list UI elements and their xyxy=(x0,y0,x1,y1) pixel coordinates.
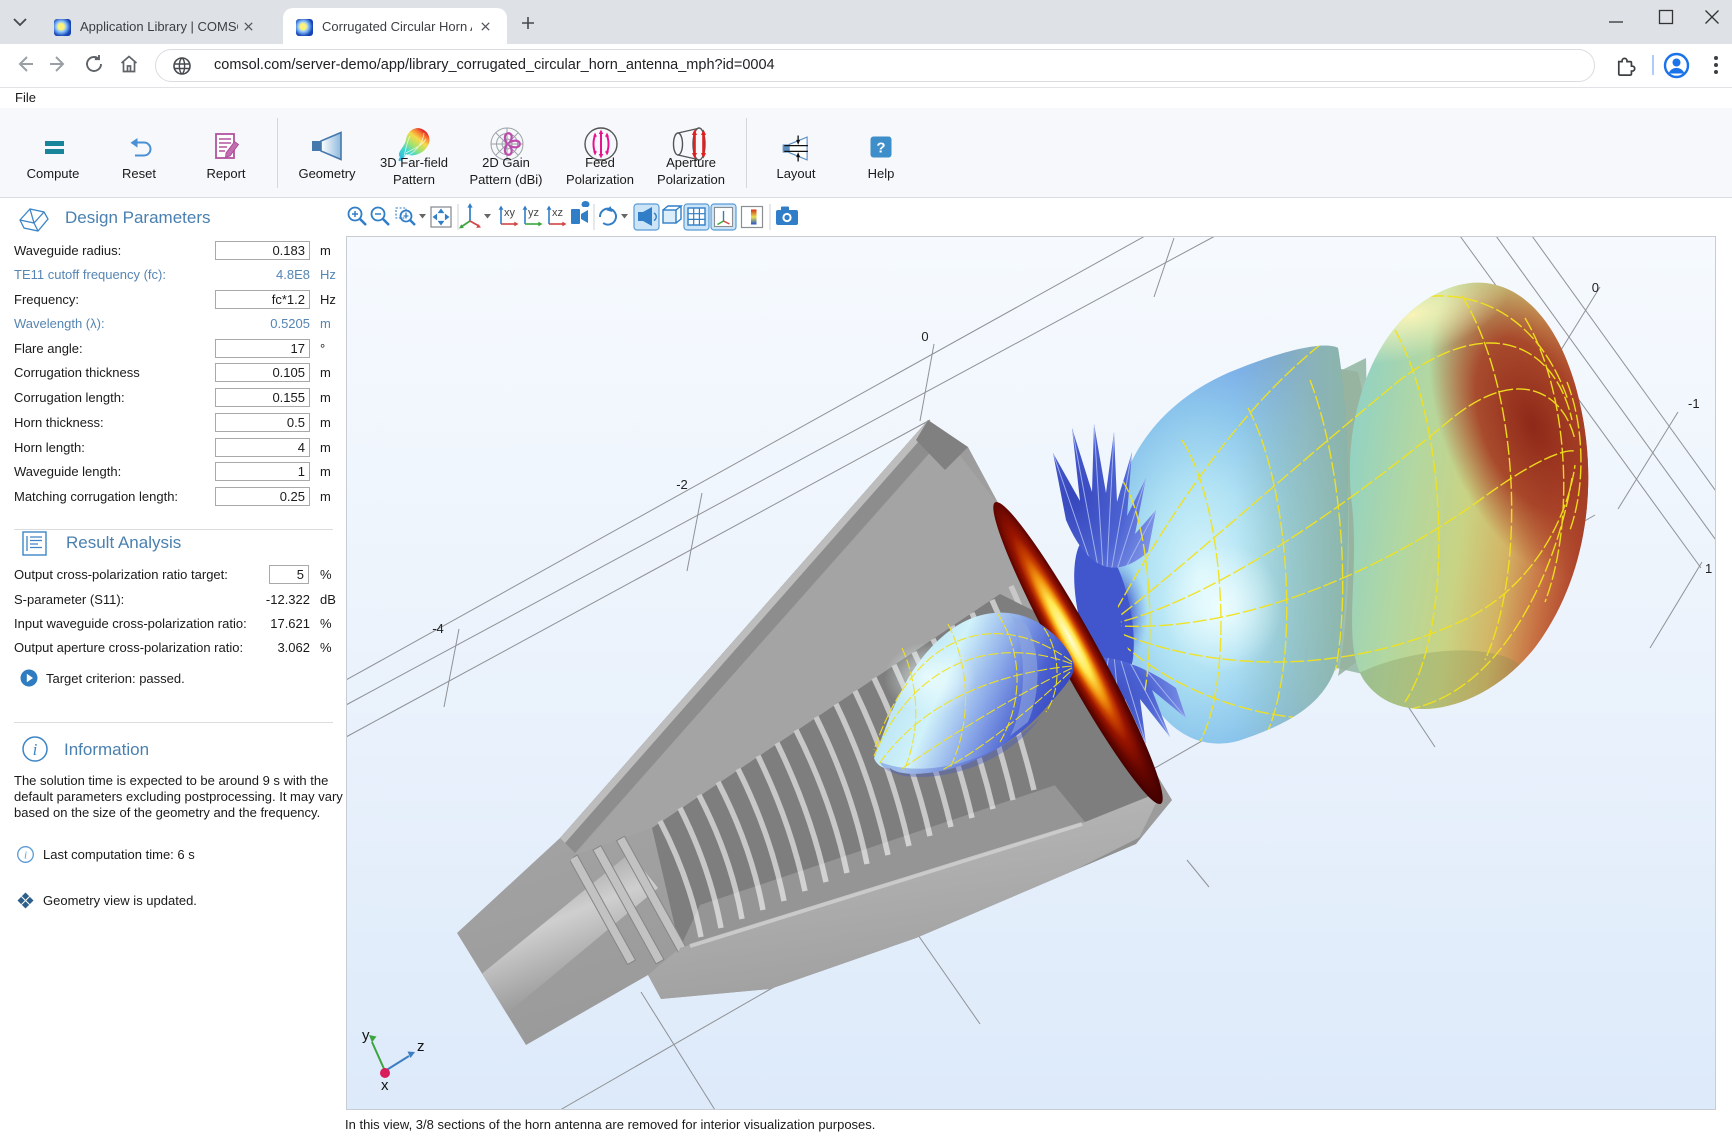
svg-text:-2: -2 xyxy=(676,477,688,492)
svg-text:0: 0 xyxy=(1592,280,1599,295)
svg-text:0: 0 xyxy=(921,329,928,344)
svg-text:y: y xyxy=(362,1027,370,1044)
svg-text:1: 1 xyxy=(1705,561,1712,576)
svg-text:z: z xyxy=(417,1038,425,1055)
svg-text:i: i xyxy=(24,850,27,862)
svg-text:i: i xyxy=(33,740,38,759)
svg-text:-1: -1 xyxy=(1688,396,1700,411)
svg-text:xz: xz xyxy=(552,207,563,219)
svg-text:xy: xy xyxy=(504,207,516,219)
svg-text:-4: -4 xyxy=(432,621,444,636)
svg-text:?: ? xyxy=(876,140,885,157)
svg-text:x: x xyxy=(381,1077,389,1094)
svg-text:yz: yz xyxy=(528,207,539,219)
